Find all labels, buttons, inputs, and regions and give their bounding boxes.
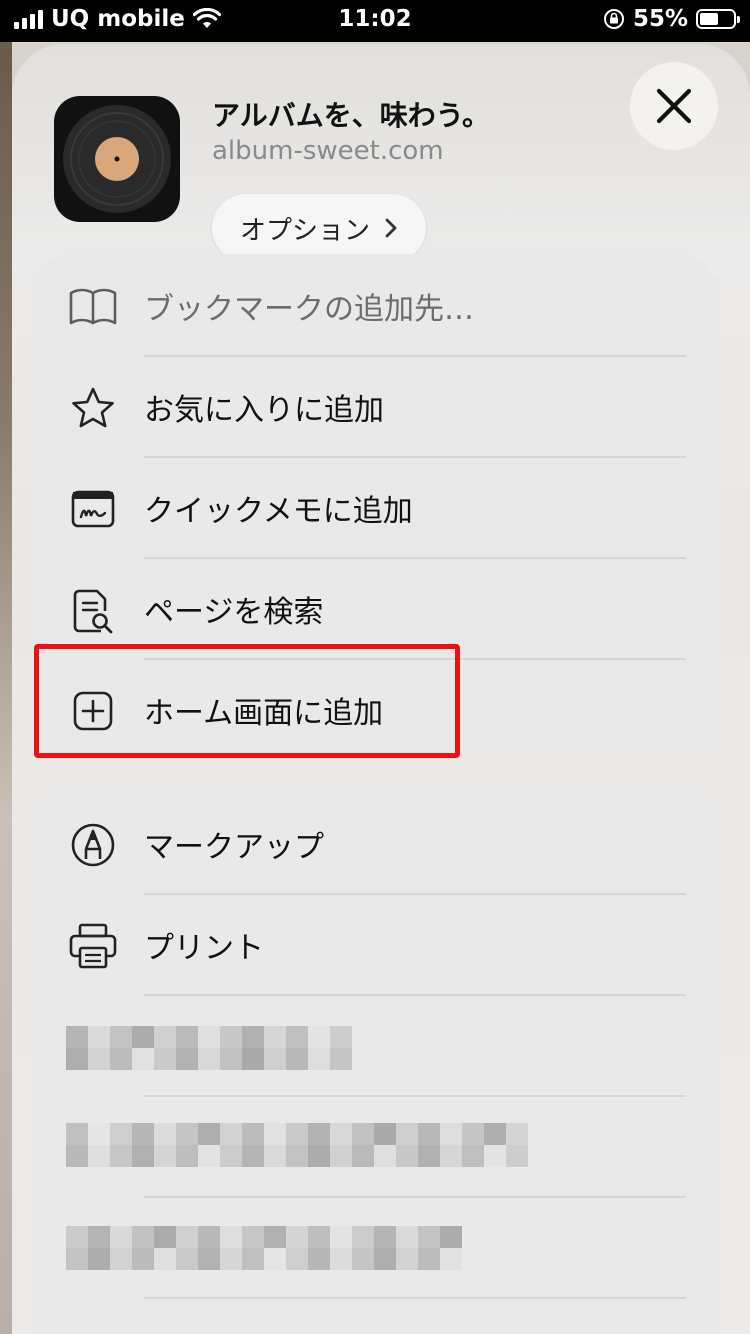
close-icon	[656, 88, 692, 124]
menu-item-quick-note[interactable]: クイックメモに追加	[32, 458, 718, 559]
find-page-icon	[68, 589, 118, 634]
redacted-mosaic	[66, 1226, 462, 1270]
status-bar: UQ mobile 11:02 55%	[0, 0, 750, 42]
battery-icon	[696, 9, 740, 29]
printer-icon	[68, 923, 118, 969]
redacted-mosaic	[66, 1026, 352, 1070]
book-icon	[68, 286, 118, 328]
redacted-menu-item	[32, 1097, 718, 1198]
quick-note-icon	[68, 488, 118, 530]
divider	[144, 1297, 686, 1299]
options-label: オプション	[239, 215, 370, 246]
menu-item-bookmark[interactable]: ブックマークの追加先…	[32, 256, 718, 357]
menu-item-label: お気に入りに追加	[144, 393, 384, 428]
redacted-mosaic	[66, 1123, 528, 1167]
menu-item-favorites[interactable]: お気に入りに追加	[32, 357, 718, 458]
redacted-menu-item	[32, 1198, 718, 1299]
orientation-lock-icon	[603, 9, 624, 29]
menu-item-label: マークアップ	[144, 830, 324, 865]
page-url: album-sweet.com	[212, 136, 444, 166]
menu-group-secondary: マークアップ プリント	[32, 794, 718, 1334]
menu-item-label: ページを検索	[144, 595, 324, 630]
battery-percent: 55%	[632, 6, 688, 32]
menu-item-label: ブックマークの追加先…	[144, 292, 474, 327]
chevron-right-icon	[385, 218, 397, 238]
options-button[interactable]: オプション	[212, 194, 426, 262]
menu-item-label: プリント	[144, 931, 264, 966]
markup-icon	[68, 823, 118, 867]
star-icon	[68, 387, 118, 429]
menu-item-print[interactable]: プリント	[32, 895, 718, 996]
vinyl-record-icon	[54, 96, 180, 222]
background-strip-left	[0, 40, 12, 1334]
menu-item-markup[interactable]: マークアップ	[32, 794, 718, 895]
menu-item-label: クイックメモに追加	[144, 494, 413, 529]
highlight-box	[34, 644, 460, 758]
redacted-menu-item	[32, 996, 718, 1097]
page-title: アルバムを、味わう。	[212, 99, 491, 132]
close-button[interactable]	[630, 62, 718, 150]
